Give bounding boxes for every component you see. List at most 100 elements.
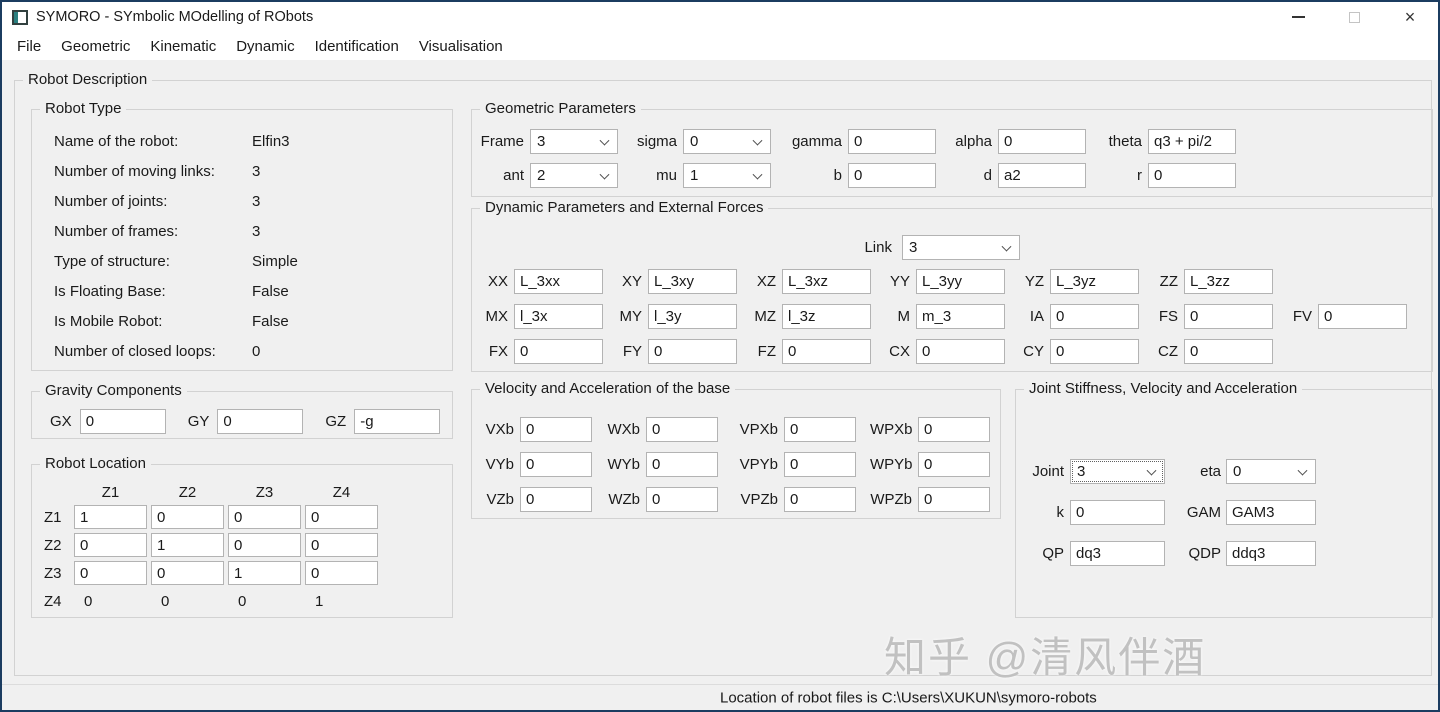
- gam-input[interactable]: [1226, 500, 1316, 525]
- fv-input[interactable]: [1318, 304, 1407, 329]
- matrix-input-01[interactable]: [151, 505, 224, 529]
- vxb-input[interactable]: [520, 417, 592, 442]
- wxb-label: WXb: [598, 421, 640, 438]
- matrix-input-12[interactable]: [228, 533, 301, 557]
- maximize-button[interactable]: [1326, 2, 1382, 32]
- fs-input[interactable]: [1184, 304, 1273, 329]
- fx-input[interactable]: [514, 339, 603, 364]
- matrix-input-03[interactable]: [305, 505, 378, 529]
- col-header: Z4: [305, 484, 378, 501]
- menu-file[interactable]: File: [7, 32, 51, 60]
- gx-input[interactable]: [80, 409, 166, 434]
- dynamic-row-2: MX MY MZ M IA FS FV: [478, 304, 1432, 329]
- vxb-field: VXb: [472, 417, 592, 442]
- matrix-static-30: 0: [74, 593, 147, 610]
- wpxb-input[interactable]: [918, 417, 990, 442]
- qp-label: QP: [1016, 545, 1064, 562]
- matrix-input-10[interactable]: [74, 533, 147, 557]
- menu-geometric[interactable]: Geometric: [51, 32, 140, 60]
- vpyb-label: VPYb: [736, 456, 778, 473]
- fx-label: FX: [478, 343, 508, 360]
- dynamic-parameters-label: Dynamic Parameters and External Forces: [480, 199, 768, 216]
- xx-field: XX: [478, 269, 603, 294]
- fy-input[interactable]: [648, 339, 737, 364]
- zz-input[interactable]: [1184, 269, 1273, 294]
- theta-input[interactable]: [1148, 129, 1236, 154]
- vpxb-input[interactable]: [784, 417, 856, 442]
- field-value: 3: [252, 193, 260, 210]
- eta-combo[interactable]: 0: [1226, 459, 1316, 484]
- close-button[interactable]: ×: [1382, 2, 1438, 32]
- r-input[interactable]: [1148, 163, 1236, 188]
- robot-type-group: Robot Type Name of the robot:Elfin3 Numb…: [31, 109, 453, 371]
- matrix-input-21[interactable]: [151, 561, 224, 585]
- menu-identification[interactable]: Identification: [305, 32, 409, 60]
- field-value: 3: [252, 163, 260, 180]
- gz-input[interactable]: [354, 409, 440, 434]
- wpzb-input[interactable]: [918, 487, 990, 512]
- ia-input[interactable]: [1050, 304, 1139, 329]
- cx-input[interactable]: [916, 339, 1005, 364]
- matrix-input-22[interactable]: [228, 561, 301, 585]
- yy-input[interactable]: [916, 269, 1005, 294]
- vpzb-input[interactable]: [784, 487, 856, 512]
- mz-input[interactable]: [782, 304, 871, 329]
- matrix-input-00[interactable]: [74, 505, 147, 529]
- cz-input[interactable]: [1184, 339, 1273, 364]
- matrix-input-20[interactable]: [74, 561, 147, 585]
- joint-row-1: Joint 3 eta 0: [1016, 458, 1316, 485]
- joint-params-group: Joint Stiffness, Velocity and Accelerati…: [1015, 389, 1433, 618]
- cy-input[interactable]: [1050, 339, 1139, 364]
- field-value: False: [252, 313, 289, 330]
- yz-input[interactable]: [1050, 269, 1139, 294]
- m-input[interactable]: [916, 304, 1005, 329]
- wpzb-field: WPZb: [870, 487, 990, 512]
- xz-input[interactable]: [782, 269, 871, 294]
- cy-label: CY: [1014, 343, 1044, 360]
- minimize-button[interactable]: [1270, 2, 1326, 32]
- wxb-input[interactable]: [646, 417, 718, 442]
- r-field: r: [1042, 163, 1236, 188]
- link-combo[interactable]: 3: [902, 235, 1020, 260]
- menu-visualisation[interactable]: Visualisation: [409, 32, 513, 60]
- vyb-field: VYb: [472, 452, 592, 477]
- fx-field: FX: [478, 339, 603, 364]
- matrix-input-13[interactable]: [305, 533, 378, 557]
- joint-combo[interactable]: 3: [1070, 459, 1165, 484]
- gy-input[interactable]: [217, 409, 303, 434]
- mx-input[interactable]: [514, 304, 603, 329]
- robot-description-group: Robot Description Robot Type Name of the…: [14, 80, 1432, 676]
- field-label: Name of the robot:: [32, 133, 252, 150]
- qp-input[interactable]: [1070, 541, 1165, 566]
- vyb-input[interactable]: [520, 452, 592, 477]
- velocity-row-2: VYb WYb VPYb WPYb: [472, 452, 1000, 477]
- wpxb-label: WPXb: [870, 421, 912, 438]
- wpyb-input[interactable]: [918, 452, 990, 477]
- field-value: Simple: [252, 253, 298, 270]
- my-input[interactable]: [648, 304, 737, 329]
- fz-input[interactable]: [782, 339, 871, 364]
- vzb-input[interactable]: [520, 487, 592, 512]
- gx-label: GX: [50, 413, 72, 430]
- menu-kinematic[interactable]: Kinematic: [140, 32, 226, 60]
- k-input[interactable]: [1070, 500, 1165, 525]
- yz-label: YZ: [1014, 273, 1044, 290]
- base-velocity-label: Velocity and Acceleration of the base: [480, 380, 735, 397]
- vpyb-input[interactable]: [784, 452, 856, 477]
- wyb-input[interactable]: [646, 452, 718, 477]
- robot-type-row: Is Mobile Robot:False: [32, 306, 452, 336]
- field-label: Is Mobile Robot:: [32, 313, 252, 330]
- menu-dynamic[interactable]: Dynamic: [226, 32, 304, 60]
- xy-input[interactable]: [648, 269, 737, 294]
- matrix-input-23[interactable]: [305, 561, 378, 585]
- field-value: 3: [252, 223, 260, 240]
- xx-input[interactable]: [514, 269, 603, 294]
- qdp-input[interactable]: [1226, 541, 1316, 566]
- title-bar: SYMORO - SYmbolic MOdelling of RObots ×: [2, 2, 1438, 32]
- cz-field: CZ: [1148, 339, 1273, 364]
- matrix-input-11[interactable]: [151, 533, 224, 557]
- matrix-input-02[interactable]: [228, 505, 301, 529]
- joint-row-2: k GAM: [1016, 499, 1316, 526]
- wzb-input[interactable]: [646, 487, 718, 512]
- vxb-label: VXb: [472, 421, 514, 438]
